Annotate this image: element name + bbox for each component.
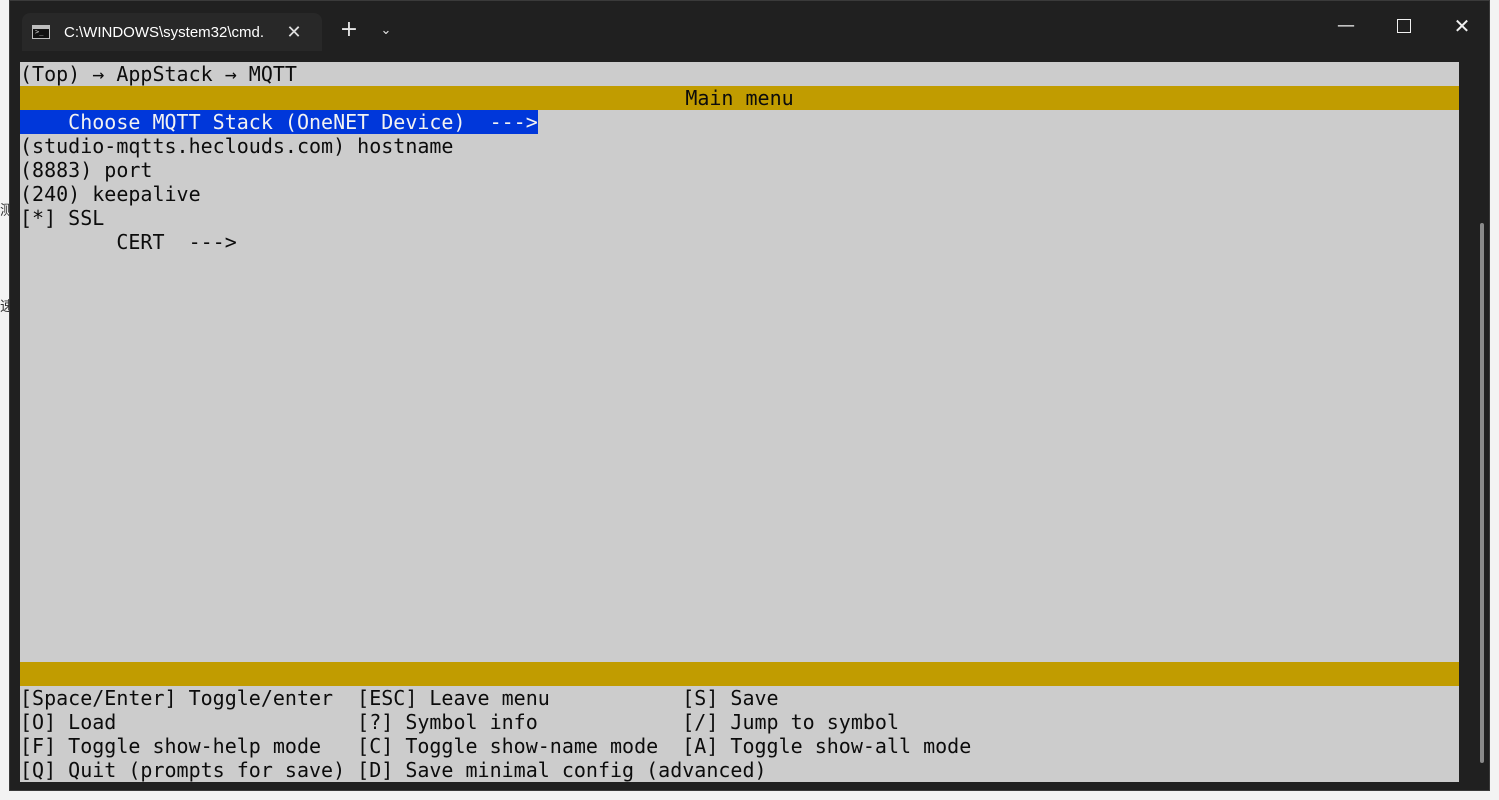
console-icon <box>32 25 50 39</box>
menu-item-hostname[interactable]: (studio-mqtts.heclouds.com) hostname <box>20 134 453 158</box>
scrollbar[interactable] <box>1480 223 1484 763</box>
menu-item-keepalive[interactable]: (240) keepalive <box>20 182 201 206</box>
tab-title: C:\WINDOWS\system32\cmd. <box>64 23 265 41</box>
tab-bar: C:\WINDOWS\system32\cmd. ✕ + ⌄ — ✕ <box>10 1 1489 51</box>
help-separator-bar <box>20 662 1459 686</box>
close-button[interactable]: ✕ <box>1442 9 1482 43</box>
breadcrumb: (Top) → AppStack → MQTT <box>20 62 297 86</box>
maximize-button[interactable] <box>1384 9 1424 43</box>
terminal-window: C:\WINDOWS\system32\cmd. ✕ + ⌄ — ✕ (Top)… <box>9 0 1490 791</box>
minimize-button[interactable]: — <box>1326 9 1366 43</box>
chevron-down-icon[interactable]: ⌄ <box>374 19 398 43</box>
tab-cmd[interactable]: C:\WINDOWS\system32\cmd. ✕ <box>22 13 322 51</box>
help-line: [O] Load [?] Symbol info [/] Jump to sym… <box>20 710 899 734</box>
menu-item-choose-mqtt-stack[interactable]: Choose MQTT Stack (OneNET Device) ---> <box>20 110 538 134</box>
terminal-content[interactable]: (Top) → AppStack → MQTT Main menu Choose… <box>20 62 1459 782</box>
menu-item-ssl[interactable]: [*] SSL <box>20 206 104 230</box>
tab-close-icon[interactable]: ✕ <box>282 22 306 43</box>
help-line: [F] Toggle show-help mode [C] Toggle sho… <box>20 734 972 758</box>
new-tab-button[interactable]: + <box>336 17 362 43</box>
menu-item-cert[interactable]: CERT ---> <box>20 230 236 254</box>
maximize-icon <box>1397 19 1411 33</box>
help-line: [Space/Enter] Toggle/enter [ESC] Leave m… <box>20 686 779 710</box>
menu-item-port[interactable]: (8883) port <box>20 158 152 182</box>
help-line: [Q] Quit (prompts for save) [D] Save min… <box>20 758 767 782</box>
menu-title: Main menu <box>685 86 794 110</box>
